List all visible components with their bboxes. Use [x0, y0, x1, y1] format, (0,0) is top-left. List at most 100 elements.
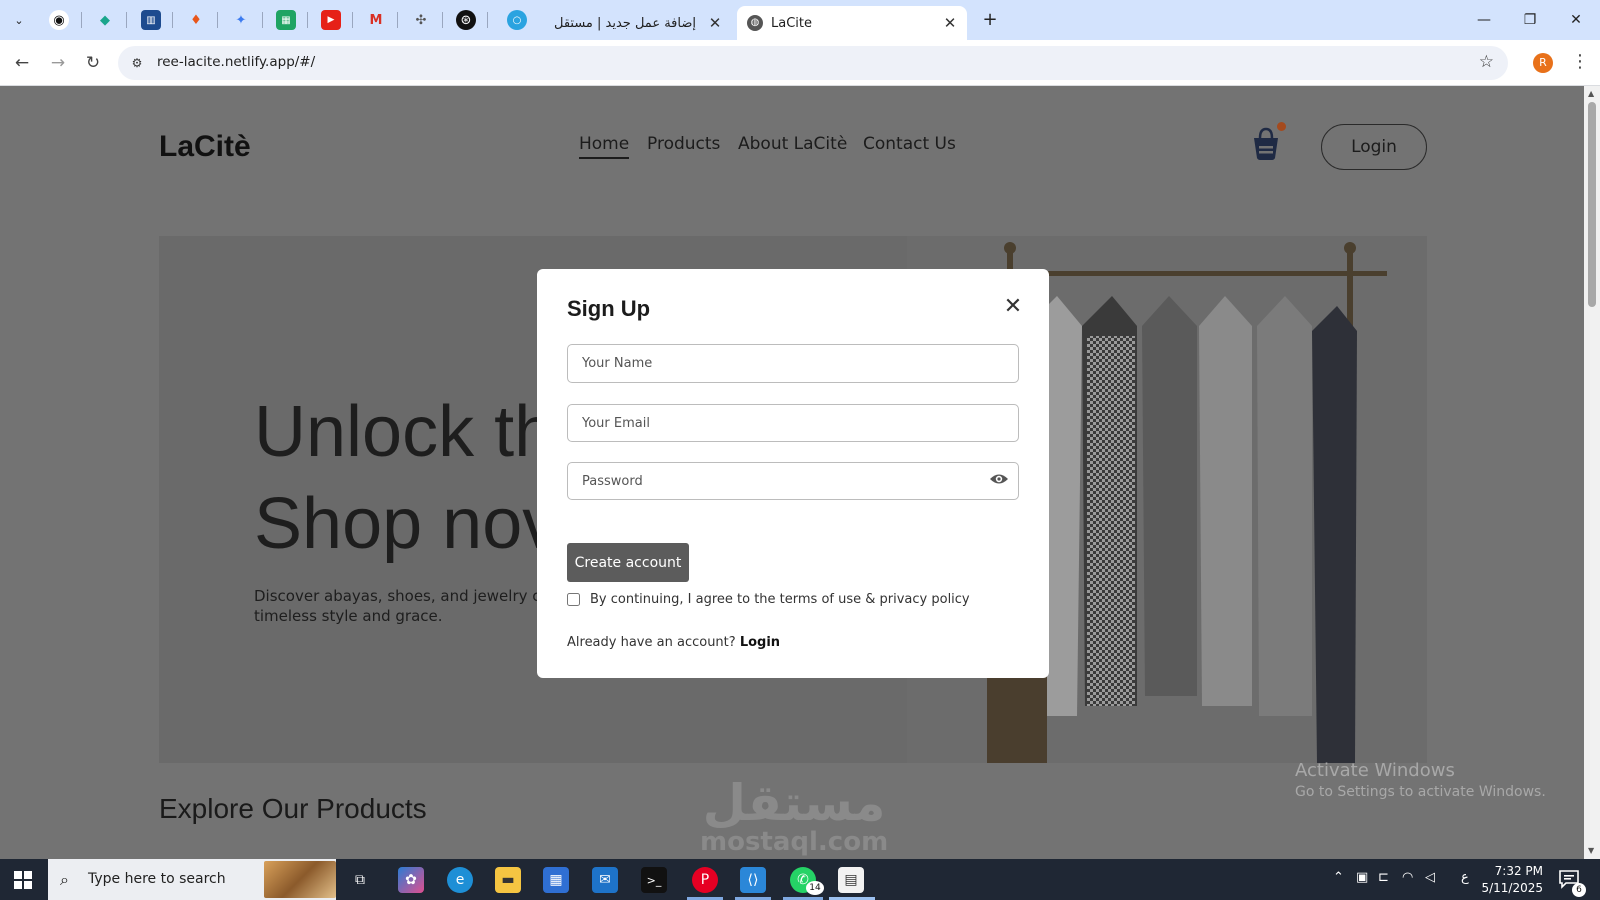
mostaql-watermark-latin: mostaql.com	[700, 827, 889, 857]
activate-windows-subtitle: Go to Settings to activate Windows.	[1295, 784, 1546, 800]
terms-checkbox[interactable]	[567, 593, 580, 606]
tab-separator	[262, 12, 263, 28]
cart-indicator-dot	[1277, 122, 1286, 131]
email-input[interactable]	[567, 404, 1019, 442]
tab-separator	[307, 12, 308, 28]
address-bar[interactable]: ⚙ ree-lacite.netlify.app/#/ ☆	[118, 46, 1508, 80]
activate-windows-title: Activate Windows	[1295, 760, 1455, 781]
sheets-icon[interactable]: ▦	[276, 10, 296, 30]
window-close-icon[interactable]: ✕	[1565, 10, 1587, 30]
already-account-text: Already have an account?	[567, 635, 736, 650]
copilot-icon[interactable]: ✿	[398, 867, 424, 893]
taskbar-search[interactable]: ⌕ Type here to search	[48, 859, 336, 900]
reload-icon[interactable]: ↻	[81, 51, 105, 75]
modal-title: Sign Up	[567, 296, 651, 321]
activate-windows-watermark: Activate Windows Go to Settings to activ…	[1295, 760, 1546, 800]
wifi-icon[interactable]: ◠	[1402, 870, 1413, 885]
already-account-row: Already have an account? Login	[567, 635, 780, 650]
vscode-icon[interactable]: ⟨⟩	[740, 867, 766, 893]
terms-text: By continuing, I agree to the terms of u…	[590, 592, 970, 607]
tab-separator	[442, 12, 443, 28]
edge-icon[interactable]: e	[447, 867, 473, 893]
meet-now-icon[interactable]: ▣	[1356, 870, 1368, 885]
mostaql-watermark-arabic: مستقل	[702, 774, 886, 832]
scroll-up-icon[interactable]: ▲	[1588, 89, 1594, 98]
products-section-title: Explore Our Products	[159, 793, 427, 824]
search-highlight-image	[264, 861, 336, 898]
signup-modal: Sign Up ✕ Create account By continuing, …	[537, 269, 1049, 678]
site-logo[interactable]: LaCitè	[159, 130, 251, 164]
minimize-icon[interactable]: —	[1473, 10, 1495, 30]
terminal-icon[interactable]: >_	[641, 867, 667, 893]
login-link[interactable]: Login	[740, 635, 780, 650]
openai-icon[interactable]: ⊛	[456, 10, 476, 30]
forward-icon[interactable]: →	[46, 51, 70, 75]
scroll-down-icon[interactable]: ▼	[1588, 846, 1594, 855]
cart-icon[interactable]	[1250, 126, 1282, 162]
volume-icon[interactable]: ◁	[1425, 870, 1435, 885]
show-password-eye-icon[interactable]	[989, 471, 1009, 487]
create-account-button[interactable]: Create account	[567, 543, 689, 582]
close-icon[interactable]: ✕	[1001, 295, 1025, 319]
clock-time: 7:32 PM	[1494, 864, 1543, 878]
gmail-icon[interactable]: M	[366, 10, 386, 30]
taskbar-clock[interactable]: 7:32 PM 5/11/2025	[1465, 863, 1543, 897]
file-explorer-icon[interactable]: ▬	[495, 867, 521, 893]
pinterest-icon[interactable]: P	[692, 867, 718, 893]
search-icon: ⌕	[60, 870, 69, 889]
profile-avatar[interactable]: R	[1533, 53, 1553, 73]
tab-close-icon[interactable]: ✕	[706, 14, 724, 32]
nav-contact[interactable]: Contact Us	[863, 134, 956, 154]
terms-row[interactable]: By continuing, I agree to the terms of u…	[567, 592, 970, 607]
new-tab-button[interactable]: +	[979, 10, 1001, 30]
tray-overflow-chevron-icon[interactable]: ⌃	[1333, 870, 1344, 885]
windows-start-icon[interactable]	[14, 871, 32, 889]
tab-lacite[interactable]: ◍ LaCite ✕	[737, 6, 967, 40]
browser-tabstrip: ⌄ ◉ ◆ ▥ ♦ ✦ ▦ ▶ M ✣ ⊛ ○ إضافة عمل جديد |…	[0, 0, 1600, 40]
nav-about[interactable]: About LaCitè	[738, 134, 847, 154]
youtube-icon[interactable]: ▶	[321, 10, 341, 30]
translate-icon[interactable]: ✣	[411, 10, 431, 30]
password-input[interactable]	[567, 462, 1019, 500]
flame-icon[interactable]: ♦	[186, 10, 206, 30]
nav-home[interactable]: Home	[579, 134, 630, 159]
notification-count-badge: 6	[1572, 883, 1586, 897]
tab-mostaql[interactable]: إضافة عمل جديد | مستقل ✕	[534, 6, 732, 40]
name-input[interactable]	[567, 344, 1019, 383]
clock-date: 5/11/2025	[1481, 881, 1543, 895]
tab-separator	[352, 12, 353, 28]
login-button[interactable]: Login	[1321, 124, 1427, 170]
tab-title: إضافة عمل جديد | مستقل	[553, 15, 696, 31]
back-icon[interactable]: ←	[10, 51, 34, 75]
bank-icon[interactable]: ▥	[141, 10, 161, 30]
page-scrollbar[interactable]: ▲ ▼	[1584, 86, 1600, 859]
globe-icon: ◍	[747, 15, 763, 31]
tab-separator	[172, 12, 173, 28]
windows-taskbar: ⌕ Type here to search ⧉ ✿ e ▬ ▦ ✉ >_ P ⟨…	[0, 859, 1600, 900]
tab-separator	[217, 12, 218, 28]
mail-icon[interactable]: ✉	[592, 867, 618, 893]
tab-separator	[126, 12, 127, 28]
device-icon[interactable]: ⊏	[1378, 870, 1389, 885]
tab-separator	[81, 12, 82, 28]
mostaql-watermark: مستقل mostaql.com	[700, 774, 889, 857]
mostaql-tab-icon: ○	[507, 10, 527, 30]
store-icon[interactable]: ▦	[543, 867, 569, 893]
task-view-icon[interactable]: ⧉	[347, 867, 373, 893]
site-settings-icon[interactable]: ⚙	[128, 54, 146, 72]
address-url[interactable]: ree-lacite.netlify.app/#/	[157, 54, 315, 70]
github-icon[interactable]: ◉	[49, 10, 69, 30]
restore-icon[interactable]: ❐	[1519, 10, 1541, 30]
tab-separator	[397, 12, 398, 28]
tab-list-chevron-icon[interactable]: ⌄	[9, 10, 29, 30]
sparkle-icon[interactable]: ✦	[231, 10, 251, 30]
browser-menu-icon[interactable]: ⋮	[1571, 51, 1589, 73]
scrollbar-thumb[interactable]	[1588, 102, 1596, 307]
whatsapp-badge: 14	[806, 881, 824, 895]
bookmark-star-icon[interactable]: ☆	[1479, 52, 1494, 72]
diamond-app-icon[interactable]: ◆	[95, 10, 115, 30]
notepad-icon[interactable]: ▤	[838, 867, 864, 893]
tab-title: LaCite	[771, 15, 812, 31]
tab-close-icon[interactable]: ✕	[941, 14, 959, 32]
nav-products[interactable]: Products	[647, 134, 720, 154]
